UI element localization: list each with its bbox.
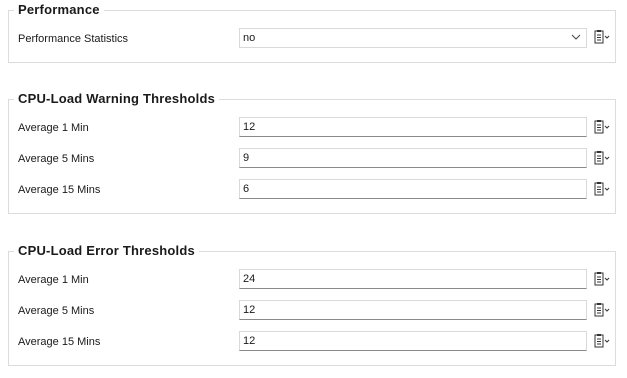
error-5min-input[interactable]: 12 [239,300,587,320]
error-row-15min: Average 15 Mins 12 [9,331,615,353]
clipboard-icon[interactable] [593,29,611,45]
warning-row-1min: Average 1 Min 12 [9,117,615,139]
clipboard-icon[interactable] [593,302,611,318]
warning-15min-input[interactable]: 6 [239,179,587,199]
error-thresholds-title: CPU-Load Error Thresholds [14,243,199,259]
performance-group-title: Performance [14,2,104,18]
performance-statistics-select[interactable]: no [239,28,587,48]
warning-5min-label: Average 5 Mins [18,153,95,165]
warning-1min-input[interactable]: 12 [239,117,587,137]
error-thresholds-group: CPU-Load Error Thresholds Average 1 Min … [8,243,616,366]
clipboard-icon[interactable] [593,333,611,349]
error-row-1min: Average 1 Min 24 [9,269,615,291]
warning-thresholds-group: CPU-Load Warning Thresholds Average 1 Mi… [8,91,616,214]
error-15min-label: Average 15 Mins [18,336,101,348]
error-1min-label: Average 1 Min [18,274,89,286]
warning-row-15min: Average 15 Mins 6 [9,179,615,201]
warning-thresholds-title: CPU-Load Warning Thresholds [14,91,220,107]
performance-statistics-label: Performance Statistics [18,33,129,45]
performance-group: Performance Performance Statistics no [8,2,616,63]
error-15min-input[interactable]: 12 [239,331,587,351]
chevron-down-icon[interactable] [571,32,581,42]
warning-5min-input[interactable]: 9 [239,148,587,168]
clipboard-icon[interactable] [593,150,611,166]
performance-statistics-row: Performance Statistics no [9,28,615,50]
warning-row-5min: Average 5 Mins 9 [9,148,615,170]
error-1min-input[interactable]: 24 [239,269,587,289]
error-row-5min: Average 5 Mins 12 [9,300,615,322]
clipboard-icon[interactable] [593,271,611,287]
warning-1min-label: Average 1 Min [18,122,89,134]
clipboard-icon[interactable] [593,181,611,197]
error-5min-label: Average 5 Mins [18,305,95,317]
warning-15min-label: Average 15 Mins [18,184,101,196]
clipboard-icon[interactable] [593,119,611,135]
performance-statistics-value: no [243,32,256,44]
